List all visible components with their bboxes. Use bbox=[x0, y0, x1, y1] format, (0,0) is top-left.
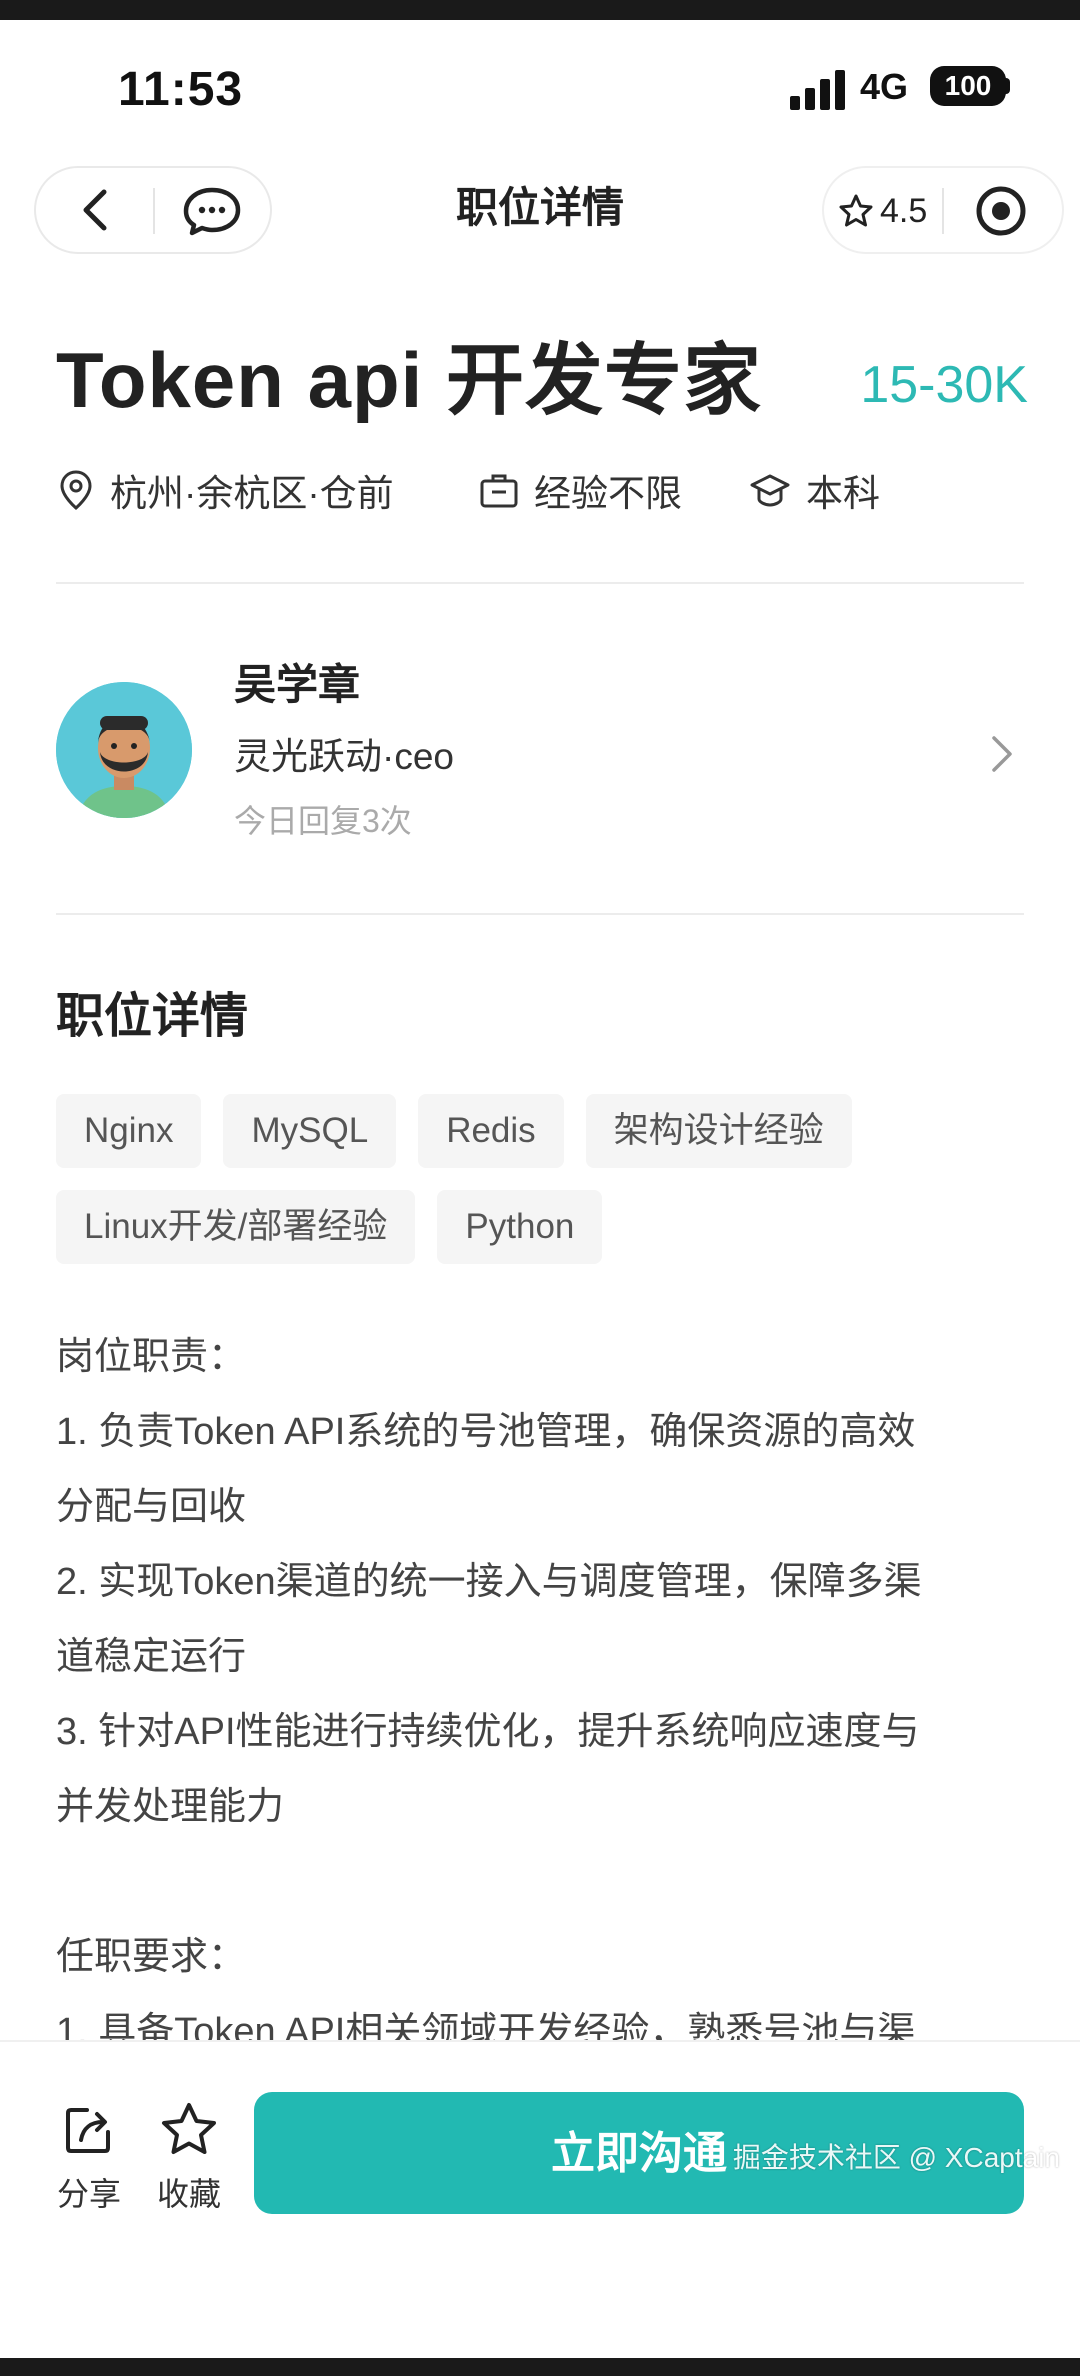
graduation-cap-icon bbox=[750, 474, 790, 507]
watermark: 掘金技术社区 @ XCaptain bbox=[732, 2142, 1060, 2173]
recruiter-reply-count: 今日回复3次 bbox=[234, 803, 412, 839]
star-outline-icon bbox=[162, 2103, 216, 2154]
location-text: 杭州·余杭区·仓前 bbox=[110, 473, 394, 514]
battery-icon: 100 bbox=[930, 66, 1006, 106]
top-edge bbox=[0, 0, 1080, 20]
job-description: 岗位职责： 1. 负责Token API系统的号池管理，确保资源的高效 分配与回… bbox=[56, 1320, 1036, 2070]
page-title: 职位详情 bbox=[455, 184, 624, 231]
description-line: 3. 针对API性能进行持续优化，提升系统响应速度与 bbox=[56, 1711, 920, 1753]
share-icon bbox=[66, 2108, 110, 2153]
favorite-button[interactable]: 收藏 bbox=[144, 2100, 234, 2216]
target-icon[interactable] bbox=[972, 182, 1030, 240]
recruiter-name: 吴学章 bbox=[234, 661, 361, 708]
description-line: 2. 实现Token渠道的统一接入与调度管理，保障多渠 bbox=[56, 1561, 922, 1603]
avatar[interactable] bbox=[56, 682, 192, 818]
chat-icon[interactable] bbox=[176, 178, 248, 242]
back-icon[interactable] bbox=[60, 180, 132, 240]
job-location: 杭州·余杭区·仓前 bbox=[56, 462, 394, 518]
recruiter-avatar-illustration bbox=[56, 682, 192, 818]
experience-text: 经验不限 bbox=[534, 473, 682, 514]
chevron-right-icon[interactable] bbox=[984, 732, 1020, 776]
network-type: 4G bbox=[860, 66, 909, 107]
description-line: 任职要求： bbox=[56, 1936, 247, 1978]
description-line: 岗位职责： bbox=[56, 1336, 247, 1378]
divider bbox=[56, 582, 1024, 584]
rating-value: 4.5 bbox=[880, 191, 928, 230]
job-education: 本科 bbox=[748, 462, 880, 518]
description-line bbox=[56, 1845, 1036, 1920]
status-time: 11:53 bbox=[118, 63, 244, 116]
nav-right-separator bbox=[942, 188, 944, 234]
skill-tag: 架构设计经验 bbox=[585, 1094, 852, 1168]
signal-icon bbox=[790, 70, 845, 110]
skill-tag: Python bbox=[437, 1190, 603, 1264]
education-text: 本科 bbox=[806, 473, 880, 514]
skill-tags: Nginx MySQL Redis 架构设计经验 Linux开发/部署经验 Py… bbox=[56, 1094, 1036, 1264]
favorite-label: 收藏 bbox=[156, 2176, 221, 2212]
recruiter-company: 灵光跃动·ceo bbox=[234, 736, 454, 777]
bottom-edge bbox=[0, 2358, 1080, 2376]
star-icon bbox=[839, 194, 873, 227]
share-button[interactable]: 分享 bbox=[44, 2100, 134, 2216]
skill-tag: Nginx bbox=[56, 1094, 202, 1168]
location-icon bbox=[60, 470, 92, 510]
salary: 15-30K bbox=[860, 356, 1028, 414]
description-line: 并发处理能力 bbox=[56, 1786, 285, 1828]
nav-left-separator bbox=[153, 188, 155, 234]
description-line: 道稳定运行 bbox=[56, 1636, 247, 1678]
divider bbox=[56, 913, 1024, 915]
rating-button[interactable]: 4.5 bbox=[838, 186, 938, 236]
skill-tag: Redis bbox=[418, 1094, 564, 1168]
description-line: 分配与回收 bbox=[56, 1486, 247, 1528]
skill-tag: Linux开发/部署经验 bbox=[56, 1190, 416, 1264]
skill-tag: MySQL bbox=[223, 1094, 397, 1168]
section-title: 职位详情 bbox=[56, 990, 249, 1043]
share-label: 分享 bbox=[56, 2176, 121, 2212]
job-experience: 经验不限 bbox=[478, 462, 682, 518]
battery-cap bbox=[1004, 78, 1010, 94]
briefcase-icon bbox=[480, 474, 518, 508]
description-line: 1. 负责Token API系统的号池管理，确保资源的高效 bbox=[56, 1411, 916, 1453]
job-title: Token api 开发专家 bbox=[56, 336, 762, 424]
